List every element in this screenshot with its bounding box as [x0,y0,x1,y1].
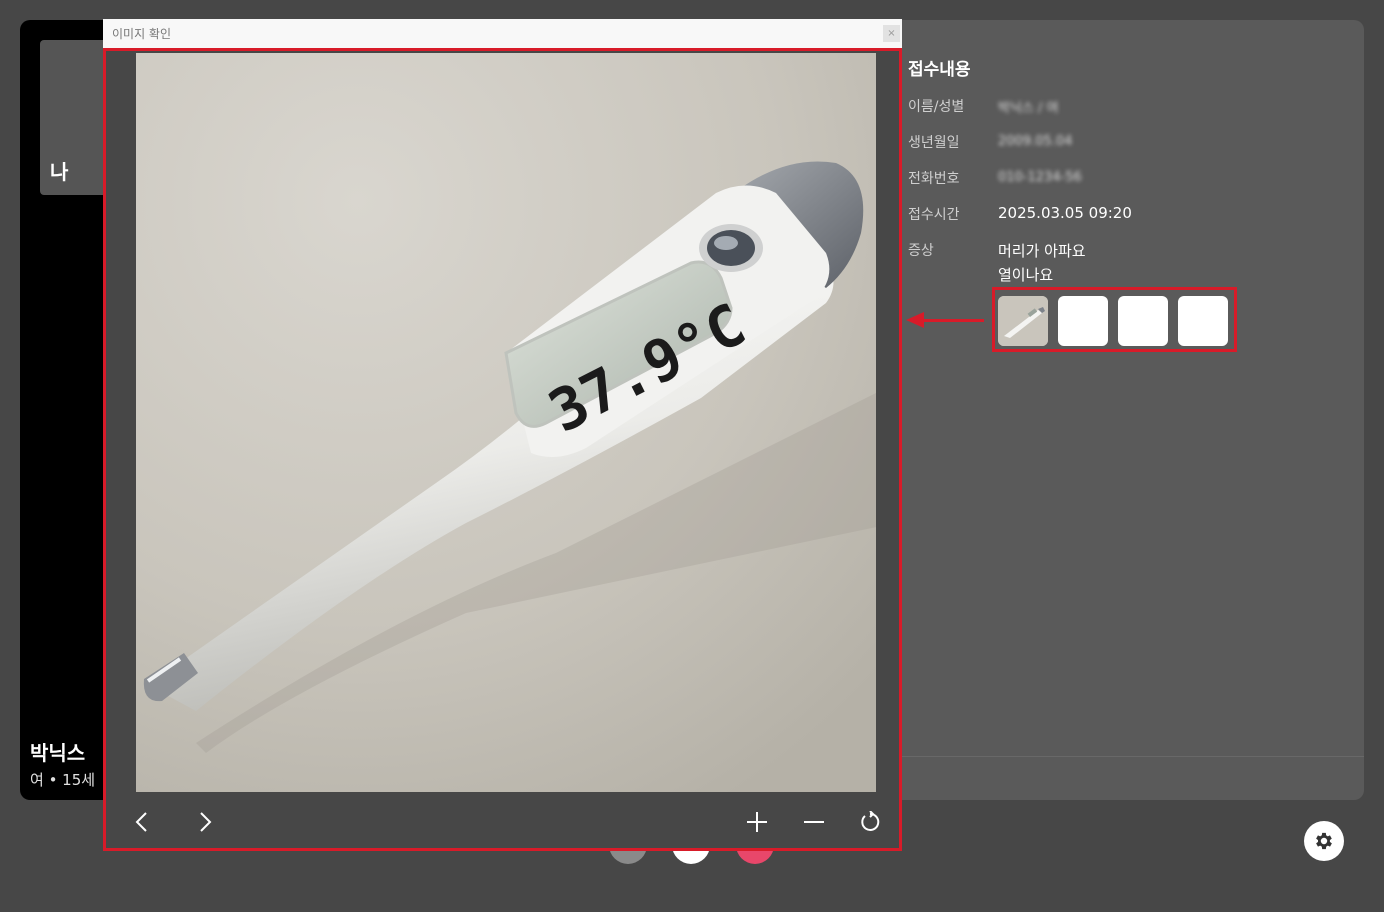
symptom-image-thumbnails [992,287,1237,352]
birthdate-value: 2009.05.04 [998,134,1073,149]
thermometer-photo: 37.9°C [136,53,876,792]
reception-title: 접수내용 [908,60,971,80]
highlight-arrow-head [906,312,924,328]
phone-label: 전화번호 [908,171,960,187]
thumbnail-thermometer[interactable] [998,296,1048,346]
image-dialog-title: 이미지 확인 [112,27,172,41]
minus-icon [804,821,824,823]
reception-time-label: 접수시간 [908,207,960,223]
plus-icon [747,812,767,832]
name-gender-label: 이름/성별 [908,99,965,115]
symptom-value-2: 열이나요 [998,266,1054,284]
panel-divider [880,756,1364,757]
image-dialog-titlebar: 이미지 확인 × [103,19,902,48]
thumbnail-empty-2[interactable] [1058,296,1108,346]
zoom-out-button[interactable] [799,807,829,837]
settings-button[interactable] [1304,821,1344,861]
thermometer-image: 37.9°C [136,53,876,792]
thumbnail-empty-4[interactable] [1178,296,1228,346]
chevron-left-icon [135,812,147,832]
prev-image-button[interactable] [127,807,157,837]
next-image-button[interactable] [190,807,220,837]
chevron-right-icon [200,812,212,832]
zoom-in-button[interactable] [742,807,772,837]
close-button[interactable]: × [883,25,900,42]
phone-value: 010-1234-56 [998,170,1082,185]
reception-time-value: 2025.03.05 09:20 [998,204,1132,222]
reset-rotate-button[interactable] [855,807,885,837]
symptom-value-1: 머리가 아파요 [998,242,1086,260]
thumbnail-empty-3[interactable] [1118,296,1168,346]
patient-name: 박닉스 [30,741,86,765]
self-video-label: 나 [50,160,69,184]
symptom-label: 증상 [908,243,934,259]
thermometer-thumbnail-image [998,296,1048,346]
rotate-icon [861,811,880,831]
name-gender-value: 박닉스 / 여 [998,101,1059,116]
image-dialog-body: 37.9°C [103,48,902,851]
birthdate-label: 생년월일 [908,135,960,151]
patient-meta: 여 • 15세 [30,771,96,789]
highlight-arrow-line [922,319,984,322]
gear-icon [1316,832,1332,850]
